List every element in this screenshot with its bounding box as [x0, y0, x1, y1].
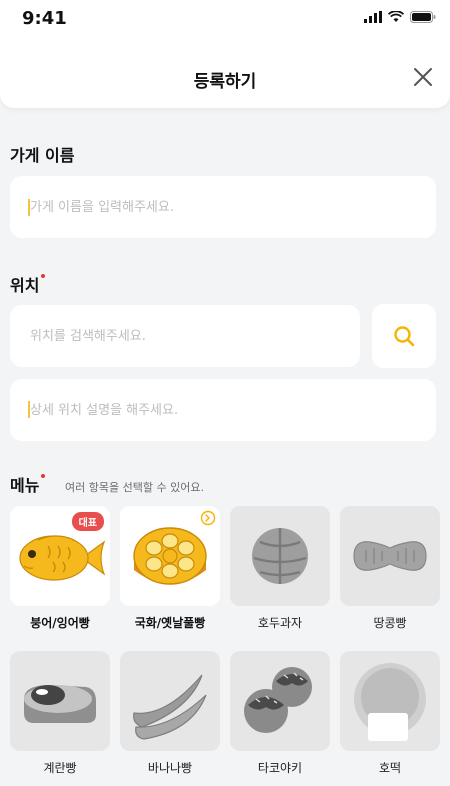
close-icon [414, 68, 432, 86]
menu-label-text: 메뉴 [10, 476, 40, 495]
store-name-label-text: 가게 이름 [10, 146, 75, 165]
menu-item-name: 국화/옛날풀빵 [134, 616, 206, 630]
banana-bread-icon [133, 674, 207, 740]
status-bar: 9:41 [0, 0, 450, 44]
menu-item-name: 땅콩빵 [373, 616, 407, 630]
menu-item-peanut-bread[interactable]: 땅콩빵 [340, 506, 440, 631]
menu-item-banana-bread[interactable]: 바나나빵 [120, 651, 220, 776]
store-name-input[interactable] [10, 176, 436, 238]
menu-tile[interactable] [230, 506, 330, 606]
menu-tile[interactable] [340, 651, 440, 751]
takoyaki-icon [244, 667, 312, 733]
text-caret [28, 401, 30, 418]
menu-tile[interactable]: 대표 [10, 506, 110, 606]
text-caret [28, 199, 30, 216]
menu-hint: 여러 항목을 선택할 수 있어요. [65, 480, 204, 494]
menu-tile[interactable] [230, 651, 330, 751]
search-icon [394, 326, 415, 347]
header: 등록하기 [0, 44, 450, 108]
location-label-text: 위치 [10, 276, 40, 295]
menu-item-takoyaki[interactable]: 타코야키 [230, 651, 330, 776]
menu-item-name: 바나나빵 [147, 761, 193, 775]
battery-icon [410, 11, 436, 23]
menu-item-walnut-cake[interactable]: 호두과자 [230, 506, 330, 631]
status-time: 9:41 [22, 8, 67, 29]
wifi-icon [388, 11, 404, 22]
menu-tile[interactable] [120, 651, 220, 751]
menu-tile[interactable] [340, 506, 440, 606]
signal-icon [364, 11, 382, 23]
menu-item-fish-bread[interactable]: 대표 붕어/잉어빵 [10, 506, 110, 631]
representative-badge: 대표 [71, 512, 104, 531]
menu-tile[interactable] [120, 506, 220, 606]
peanut-bread-icon [353, 541, 427, 571]
location-label: 위치 [10, 272, 46, 296]
location-detail-input[interactable] [10, 379, 436, 441]
location-search-input[interactable] [10, 305, 360, 367]
required-indicator [41, 474, 46, 478]
menu-item-flower-bread[interactable]: 국화/옛날풀빵 [120, 506, 220, 631]
menu-tile[interactable] [10, 651, 110, 751]
close-button[interactable] [408, 62, 438, 92]
menu-item-name: 붕어/잉어빵 [30, 616, 90, 630]
menu-item-name: 계란빵 [43, 761, 77, 775]
menu-item-hotteok[interactable]: 호떡 [340, 651, 440, 776]
status-icons [364, 11, 436, 23]
menu-item-egg-bread[interactable]: 계란빵 [10, 651, 110, 776]
location-search-button[interactable] [372, 304, 436, 368]
page-title: 등록하기 [193, 72, 257, 92]
required-indicator [41, 274, 46, 278]
menu-item-name: 타코야키 [257, 761, 303, 775]
menu-item-name: 호떡 [378, 761, 402, 775]
store-name-label: 가게 이름 [10, 142, 74, 166]
menu-label: 메뉴 여러 항목을 선택할 수 있어요. [10, 472, 204, 496]
walnut-cake-icon [252, 528, 308, 584]
selected-check-icon [200, 510, 216, 526]
menu-item-name: 호두과자 [257, 616, 303, 630]
egg-bread-icon [24, 685, 96, 723]
hotteok-icon [354, 663, 426, 741]
